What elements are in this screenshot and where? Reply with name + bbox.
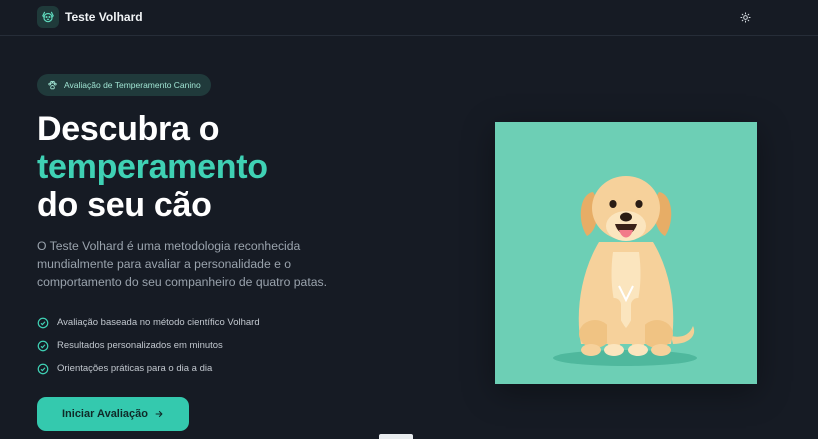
check-circle-icon	[37, 317, 49, 328]
check-circle-icon	[37, 340, 49, 351]
feature-item: Avaliação baseada no método científico V…	[37, 311, 260, 334]
feature-text: Resultados personalizados em minutos	[57, 340, 223, 351]
headline-line-3: do seu cão	[37, 186, 212, 224]
scroll-handle[interactable]	[379, 434, 413, 439]
logo[interactable]	[37, 6, 59, 28]
feature-list: Avaliação baseada no método científico V…	[37, 311, 260, 380]
hero-image	[495, 122, 757, 384]
page-title: Descubra o temperamento do seu cão	[37, 110, 268, 224]
headline-line-1: Descubra o	[37, 110, 220, 148]
top-navbar: Teste Volhard	[0, 0, 818, 36]
headline-accent: temperamento	[37, 148, 268, 186]
sun-icon	[739, 11, 751, 23]
dog-illustration	[553, 176, 697, 366]
brand-name[interactable]: Teste Volhard	[65, 10, 143, 24]
feature-item: Resultados personalizados em minutos	[37, 334, 260, 357]
feature-item: Orientações práticas para o dia a dia	[37, 357, 260, 380]
category-badge: Avaliação de Temperamento Canino	[37, 74, 211, 96]
arrow-right-icon	[155, 410, 163, 418]
dog-face-icon	[42, 11, 54, 23]
theme-toggle-button[interactable]	[735, 8, 755, 26]
badge-label: Avaliação de Temperamento Canino	[64, 80, 201, 90]
feature-text: Orientações práticas para o dia a dia	[57, 363, 213, 374]
hero-description: O Teste Volhard é uma metodologia reconh…	[37, 239, 327, 289]
check-circle-icon	[37, 363, 49, 374]
paw-icon	[48, 80, 57, 89]
start-assessment-button[interactable]: Iniciar Avaliação	[37, 397, 189, 431]
cta-label: Iniciar Avaliação	[61, 408, 148, 420]
feature-text: Avaliação baseada no método científico V…	[57, 317, 260, 328]
